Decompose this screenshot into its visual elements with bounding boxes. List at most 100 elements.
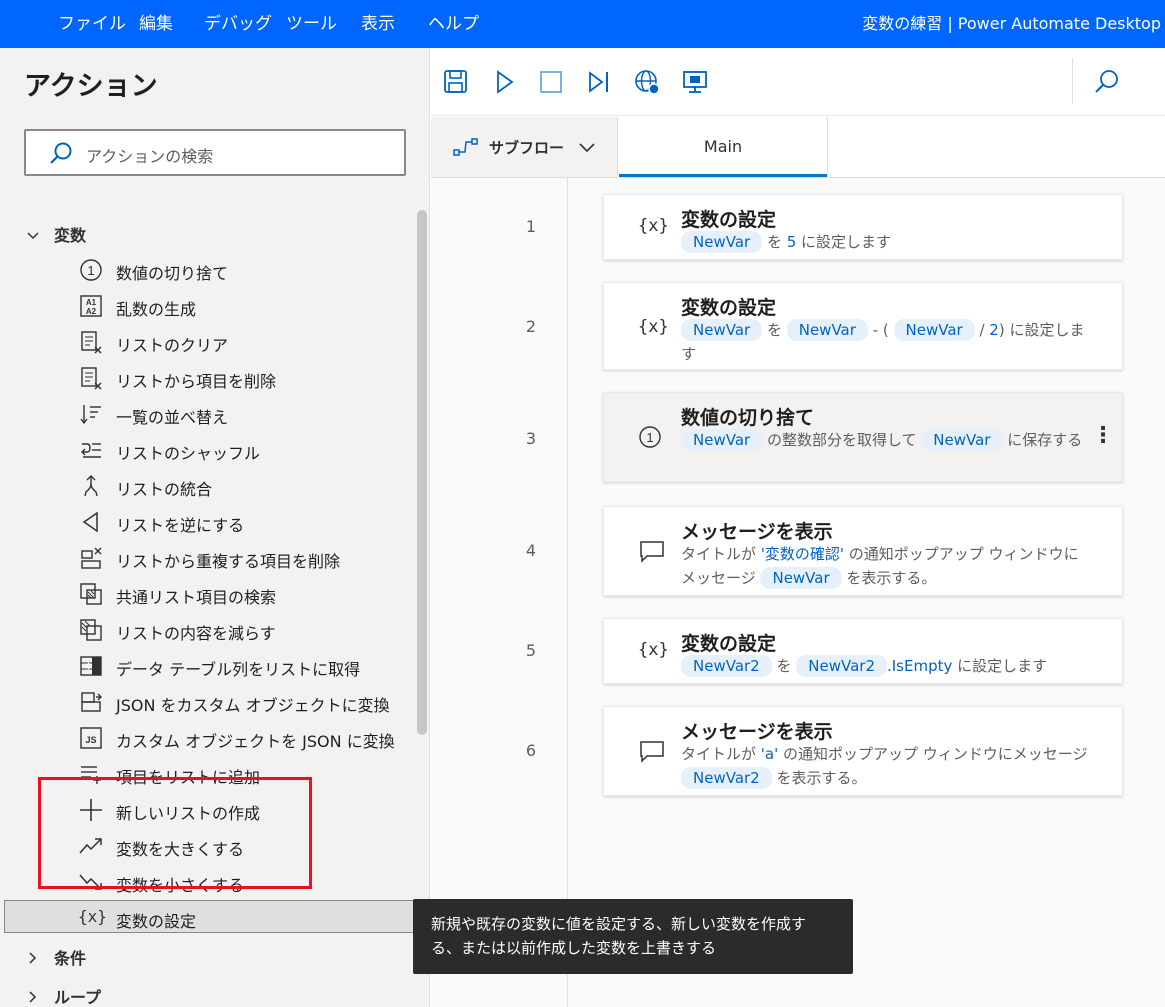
search-icon[interactable] (1093, 68, 1121, 96)
subflow-icon (453, 137, 479, 161)
decrease-variable-icon (78, 870, 104, 894)
group-label: 変数 (54, 226, 87, 245)
variable-token[interactable]: NewVar (786, 319, 868, 341)
menu-view[interactable]: 表示 (361, 0, 395, 48)
action-item-truncate-number[interactable]: 1 数値の切り捨て (78, 255, 418, 285)
actions-scrollbar[interactable] (417, 210, 427, 735)
step-title: 変数の設定 (681, 297, 777, 319)
menu-help[interactable]: ヘルプ (428, 0, 479, 48)
subflow-dropdown[interactable]: サブフロー (431, 117, 618, 177)
tab-main[interactable]: Main (619, 117, 828, 177)
object-to-json-icon: JS (78, 726, 104, 750)
flow-step-card[interactable]: メッセージを表示 タイトルが 'a' の通知ポップアップ ウィンドウにメッセージ… (603, 706, 1123, 796)
flow-tabs-bar: サブフロー Main (431, 117, 1165, 178)
window-title: 変数の練習 | Power Automate Desktop (862, 14, 1161, 33)
set-variable-icon: {x} (638, 640, 669, 660)
circled-one-icon: 1 (78, 258, 104, 282)
action-item-decrease-variable[interactable]: 変数を小さくする (78, 867, 418, 897)
menu-tools[interactable]: ツール (286, 0, 337, 48)
merge-list-icon (78, 474, 104, 498)
step-description: タイトルが 'a' の通知ポップアップ ウィンドウにメッセージ NewVar2 … (681, 742, 1091, 790)
more-options-icon[interactable]: ⋮ (1092, 423, 1114, 448)
action-item-remove-list-item[interactable]: リストから項目を削除 (78, 363, 418, 393)
variable-token[interactable]: NewVar (760, 567, 842, 589)
variable-token[interactable]: NewVar (681, 429, 763, 451)
literal-value: 5 (786, 233, 797, 251)
run-icon[interactable] (490, 68, 518, 96)
variable-token[interactable]: NewVar2 (681, 767, 772, 789)
action-item-create-new-list[interactable]: 新しいリストの作成 (78, 795, 418, 825)
flow-workspace: 1 2 3 4 5 6 {x} 変数の設定 NewVar を 5 に設定します … (431, 178, 1165, 1007)
action-item-merge-lists[interactable]: リストの統合 (78, 471, 418, 501)
step-description: タイトルが '変数の確認' の通知ポップアップ ウィンドウにメッセージ NewV… (681, 542, 1091, 590)
action-item-datatable-column-to-list[interactable]: データ テーブル列をリストに取得 (78, 651, 418, 681)
increase-variable-icon (78, 834, 104, 858)
action-search-input[interactable]: アクションの検索 (24, 129, 406, 176)
line-number: 4 (525, 541, 537, 560)
subtract-list-icon (78, 618, 104, 642)
run-next-action-icon[interactable] (585, 68, 613, 96)
menu-file[interactable]: ファイル (58, 0, 126, 48)
variable-token[interactable]: NewVar (893, 319, 975, 341)
action-item-find-common-items[interactable]: 共通リスト項目の検索 (78, 579, 418, 609)
action-label: リストの統合 (116, 480, 213, 499)
menu-edit[interactable]: 編集 (139, 0, 173, 48)
description-text: を (771, 657, 797, 675)
action-label: 一覧の並べ替え (116, 408, 229, 427)
action-label: 項目をリストに追加 (116, 768, 261, 787)
description-text: に設定します (952, 657, 1048, 675)
save-icon[interactable] (442, 68, 470, 96)
variable-token[interactable]: NewVar (681, 231, 763, 253)
action-item-shuffle-list[interactable]: リストのシャッフル (78, 435, 418, 465)
flow-step-card[interactable]: {x} 変数の設定 NewVar を 5 に設定します (603, 194, 1123, 260)
random-number-icon: A1 A2 (78, 294, 104, 318)
line-number: 2 (525, 317, 537, 336)
action-item-reverse-list[interactable]: リストを逆にする (78, 507, 418, 537)
flow-step-card[interactable]: {x} 変数の設定 NewVar を NewVar - ( NewVar / 2… (603, 282, 1123, 370)
action-item-object-to-json[interactable]: JS カスタム オブジェクトを JSON に変換 (78, 723, 418, 753)
menu-debug[interactable]: デバッグ (204, 0, 272, 48)
description-text: タイトルが (681, 745, 761, 763)
svg-text:JS: JS (85, 735, 96, 745)
variable-token[interactable]: NewVar (681, 319, 763, 341)
action-label: データ テーブル列をリストに取得 (116, 660, 361, 679)
group-conditionals[interactable]: 条件 (26, 945, 86, 969)
common-items-icon (78, 582, 104, 606)
action-label: リストから項目を削除 (116, 372, 277, 391)
flow-step-card[interactable]: メッセージを表示 タイトルが '変数の確認' の通知ポップアップ ウィンドウにメ… (603, 506, 1123, 596)
action-item-remove-duplicates[interactable]: リストから重複する項目を削除 (78, 543, 418, 573)
action-item-set-variable[interactable]: {x} 変数の設定 (78, 903, 418, 933)
line-number: 5 (525, 641, 537, 660)
group-loops[interactable]: ループ (26, 984, 101, 1007)
description-text: タイトルが (681, 545, 761, 563)
action-item-json-to-object[interactable]: JSON をカスタム オブジェクトに変換 (78, 687, 418, 717)
description-text: / (974, 321, 990, 339)
description-text: の整数部分を取得して (762, 431, 922, 449)
svg-text:A2: A2 (86, 307, 97, 316)
desktop-recorder-icon[interactable] (681, 68, 709, 96)
action-item-sort-list[interactable]: 一覧の並べ替え (78, 399, 418, 429)
action-item-add-to-list[interactable]: 項目をリストに追加 (78, 759, 418, 789)
group-variables[interactable]: 変数 (26, 222, 86, 246)
flow-step-card[interactable]: {x} 変数の設定 NewVar2 を NewVar2 .IsEmpty に設定し… (603, 618, 1123, 684)
flow-step-card[interactable]: 1 数値の切り捨て NewVar の整数部分を取得して NewVar に保存する… (603, 392, 1123, 482)
variable-token[interactable]: NewVar2 (796, 655, 887, 677)
message-icon (638, 539, 666, 568)
step-title: 変数の設定 (681, 209, 777, 231)
action-item-subtract-lists[interactable]: リストの内容を減らす (78, 615, 418, 645)
action-item-random-number[interactable]: A1 A2 乱数の生成 (78, 291, 418, 321)
literal-value: .IsEmpty (886, 657, 953, 675)
variable-token[interactable]: NewVar (921, 429, 1003, 451)
set-variable-icon: {x} (78, 907, 107, 926)
description-text: を表示する。 (841, 569, 937, 587)
stop-icon[interactable] (537, 68, 565, 96)
action-item-clear-list[interactable]: リストのクリア (78, 327, 418, 357)
step-description: NewVar を 5 に設定します (681, 230, 1091, 254)
action-label: カスタム オブジェクトを JSON に変換 (116, 732, 395, 751)
description-text: の通知ポップアップ ウィンドウにメッセージ (778, 745, 1088, 763)
action-item-increase-variable[interactable]: 変数を大きくする (78, 831, 418, 861)
variable-token[interactable]: NewVar2 (681, 655, 772, 677)
web-recorder-icon[interactable] (633, 68, 661, 96)
action-label: 数値の切り捨て (116, 264, 229, 283)
shuffle-list-icon (78, 438, 104, 462)
